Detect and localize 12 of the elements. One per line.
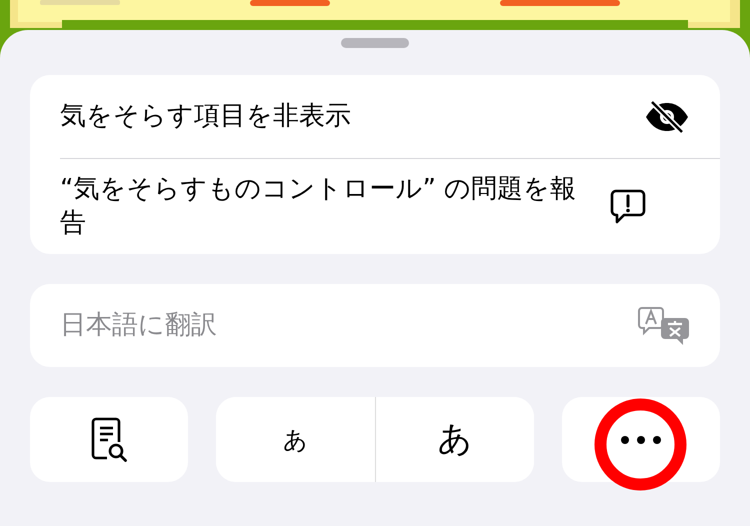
menu-item-label: “気をそらすものコントロール” の問題を報告	[60, 172, 578, 240]
more-icon	[620, 434, 662, 444]
exclamation-bubble-icon	[610, 188, 646, 224]
grabber-handle[interactable]	[341, 38, 409, 48]
document-search-icon	[90, 416, 128, 462]
menu-item[interactable]: “気をそらすものコントロール” の問題を報告	[60, 158, 720, 254]
translate-icon	[638, 306, 690, 346]
menu-item-label: 日本語に翻訳	[60, 308, 218, 342]
eye-slash-icon	[644, 100, 690, 134]
menu-item-label: 気をそらす項目を非表示	[60, 100, 352, 133]
reader-button[interactable]	[30, 397, 188, 482]
menu-item[interactable]: 気をそらす項目を非表示	[30, 75, 720, 158]
